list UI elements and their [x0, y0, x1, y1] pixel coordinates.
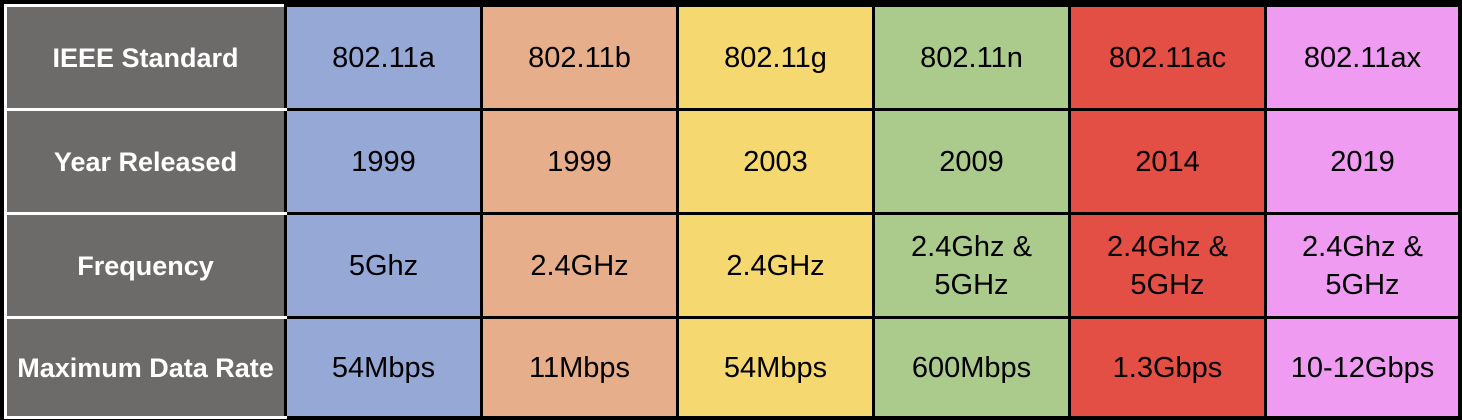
- frequency-line: 2.4Ghz &: [1302, 230, 1423, 263]
- cell-year: 2003: [676, 108, 875, 215]
- row-header-year-released: Year Released: [4, 108, 287, 215]
- frequency-line: 2.4GHz: [726, 249, 825, 282]
- frequency-line: 5GHz: [1325, 268, 1400, 301]
- row-header-ieee-standard: IEEE Standard: [4, 4, 287, 111]
- cell-frequency: 2.4GHz: [676, 212, 875, 319]
- frequency-line: 2.4Ghz &: [1107, 230, 1228, 263]
- cell-frequency: 2.4GHz: [480, 212, 679, 319]
- cell-year: 2009: [872, 108, 1071, 215]
- cell-standard: 802.11ax: [1264, 4, 1461, 111]
- cell-max-rate: 11Mbps: [480, 316, 679, 419]
- cell-standard: 802.11n: [872, 4, 1071, 111]
- frequency-line: 5GHz: [934, 268, 1009, 301]
- cell-standard: 802.11a: [284, 4, 483, 111]
- cell-max-rate: 54Mbps: [676, 316, 875, 419]
- frequency-line: 5GHz: [1130, 268, 1205, 301]
- cell-standard: 802.11b: [480, 4, 679, 111]
- cell-frequency: 2.4Ghz & 5GHz: [1264, 212, 1461, 319]
- cell-max-rate: 1.3Gbps: [1068, 316, 1267, 419]
- row-maximum-data-rate: Maximum Data Rate 54Mbps 11Mbps 54Mbps 6…: [4, 316, 1461, 419]
- row-header-maximum-data-rate: Maximum Data Rate: [4, 316, 287, 419]
- cell-standard: 802.11g: [676, 4, 875, 111]
- cell-frequency: 2.4Ghz & 5GHz: [1068, 212, 1267, 319]
- frequency-line: 2.4Ghz &: [911, 230, 1032, 263]
- row-ieee-standard: IEEE Standard 802.11a 802.11b 802.11g 80…: [4, 4, 1461, 111]
- cell-frequency: 2.4Ghz & 5GHz: [872, 212, 1071, 319]
- cell-year: 1999: [284, 108, 483, 215]
- row-year-released: Year Released 1999 1999 2003 2009 2014 2…: [4, 108, 1461, 215]
- frequency-line: 5Ghz: [348, 249, 419, 282]
- row-header-frequency: Frequency: [4, 212, 287, 319]
- cell-standard: 802.11ac: [1068, 4, 1267, 111]
- cell-max-rate: 54Mbps: [284, 316, 483, 419]
- cell-year: 2014: [1068, 108, 1267, 215]
- cell-frequency: 5Ghz: [284, 212, 483, 319]
- frequency-line: 2.4GHz: [530, 249, 629, 282]
- cell-year: 2019: [1264, 108, 1461, 215]
- wifi-standards-table-wrapper: IEEE Standard 802.11a 802.11b 802.11g 80…: [0, 0, 1462, 420]
- wifi-standards-table: IEEE Standard 802.11a 802.11b 802.11g 80…: [4, 4, 1461, 419]
- cell-year: 1999: [480, 108, 679, 215]
- cell-max-rate: 600Mbps: [872, 316, 1071, 419]
- row-frequency: Frequency 5Ghz 2.4GHz 2.4GHz 2.4Ghz & 5G…: [4, 212, 1461, 319]
- cell-max-rate: 10-12Gbps: [1264, 316, 1461, 419]
